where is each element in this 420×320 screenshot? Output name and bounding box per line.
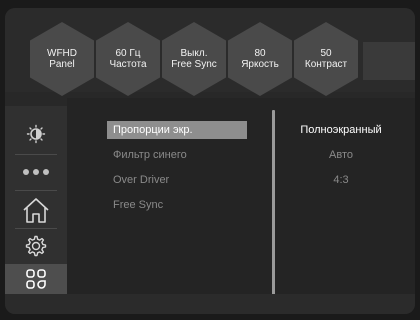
status-tile-label: Panel bbox=[49, 59, 75, 70]
status-tile-value: Выкл. bbox=[180, 48, 208, 59]
sidebar-item-home[interactable] bbox=[5, 192, 67, 228]
status-tile-value: 60 Гц bbox=[115, 48, 141, 59]
menu-item-aspect-ratio[interactable]: Пропорции экр. bbox=[107, 121, 247, 139]
sidebar-item-brightness[interactable] bbox=[5, 116, 67, 152]
status-tile-value: 50 bbox=[320, 48, 332, 59]
status-tile-freesync: Выкл. Free Sync bbox=[162, 22, 226, 96]
status-tile-contrast: 50 Контраст bbox=[294, 22, 358, 96]
status-tile-label: Free Sync bbox=[171, 59, 217, 70]
home-icon bbox=[23, 198, 49, 223]
option-auto[interactable]: Авто bbox=[285, 146, 397, 164]
status-tile-label: Яркость bbox=[241, 59, 279, 70]
sidebar-item-settings[interactable] bbox=[5, 228, 67, 264]
panel-divider bbox=[272, 110, 275, 295]
menu-item-free-sync[interactable]: Free Sync bbox=[107, 196, 247, 214]
footer-bar bbox=[5, 294, 415, 314]
gear-icon bbox=[25, 235, 47, 257]
settings-panel: Пропорции экр. Фильтр синего Over Driver… bbox=[67, 98, 415, 295]
menu-item-blue-filter[interactable]: Фильтр синего bbox=[107, 146, 247, 164]
sidebar-item-system[interactable] bbox=[5, 264, 67, 294]
status-tile-panel: WFHD Panel bbox=[30, 22, 94, 96]
status-tile-value: 80 bbox=[254, 48, 266, 59]
status-tile-label: Частота bbox=[109, 59, 147, 70]
status-tile-brightness: 80 Яркость bbox=[228, 22, 292, 96]
sidebar bbox=[5, 106, 67, 294]
brightness-icon bbox=[26, 124, 46, 144]
status-tile-value: WFHD bbox=[47, 48, 77, 59]
option-fullscreen[interactable]: Полноэкранный bbox=[285, 121, 397, 139]
status-tile-frequency: 60 Гц Частота bbox=[96, 22, 160, 96]
status-tile-label: Контраст bbox=[304, 59, 348, 70]
status-bar-panel bbox=[363, 42, 415, 80]
option-4-3[interactable]: 4:3 bbox=[285, 171, 397, 189]
menu-item-over-driver[interactable]: Over Driver bbox=[107, 171, 247, 189]
status-bar: WFHD Panel 60 Гц Частота Выкл. Free Sync… bbox=[5, 8, 415, 96]
dots-icon bbox=[23, 169, 49, 175]
sidebar-item-more[interactable] bbox=[5, 154, 67, 190]
osd-window: WFHD Panel 60 Гц Частота Выкл. Free Sync… bbox=[5, 8, 415, 314]
grid-icon bbox=[26, 269, 46, 289]
